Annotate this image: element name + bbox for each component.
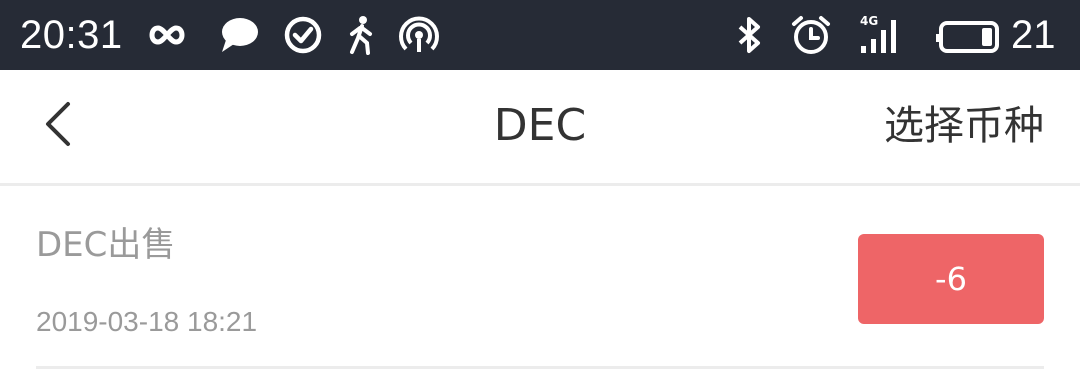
status-bar: 20:31 4G 21: [0, 0, 1080, 70]
record-timestamp: 2019-03-18 18:21: [36, 306, 258, 337]
status-time: 20:31: [20, 13, 123, 57]
battery-percent: 21: [1011, 13, 1056, 57]
amount-badge: -6: [858, 234, 1044, 324]
alarm-icon: [790, 14, 832, 56]
check-circle-icon: [282, 14, 324, 56]
battery-icon: [934, 14, 1000, 56]
svg-text:4G: 4G: [860, 14, 878, 28]
loop-icon: [146, 14, 188, 56]
hotspot-icon: [398, 14, 440, 56]
signal-4g-icon: 4G: [860, 14, 902, 56]
record-title: DEC出售: [36, 225, 176, 265]
bluetooth-icon: [728, 14, 770, 56]
select-currency-button[interactable]: 选择币种: [884, 98, 1044, 154]
walking-icon: [340, 14, 382, 56]
chat-bubble-icon: [218, 14, 260, 56]
nav-bar: DEC 选择币种: [0, 70, 1080, 186]
list-item[interactable]: DEC出售 2019-03-18 18:21 -6: [36, 189, 1044, 369]
